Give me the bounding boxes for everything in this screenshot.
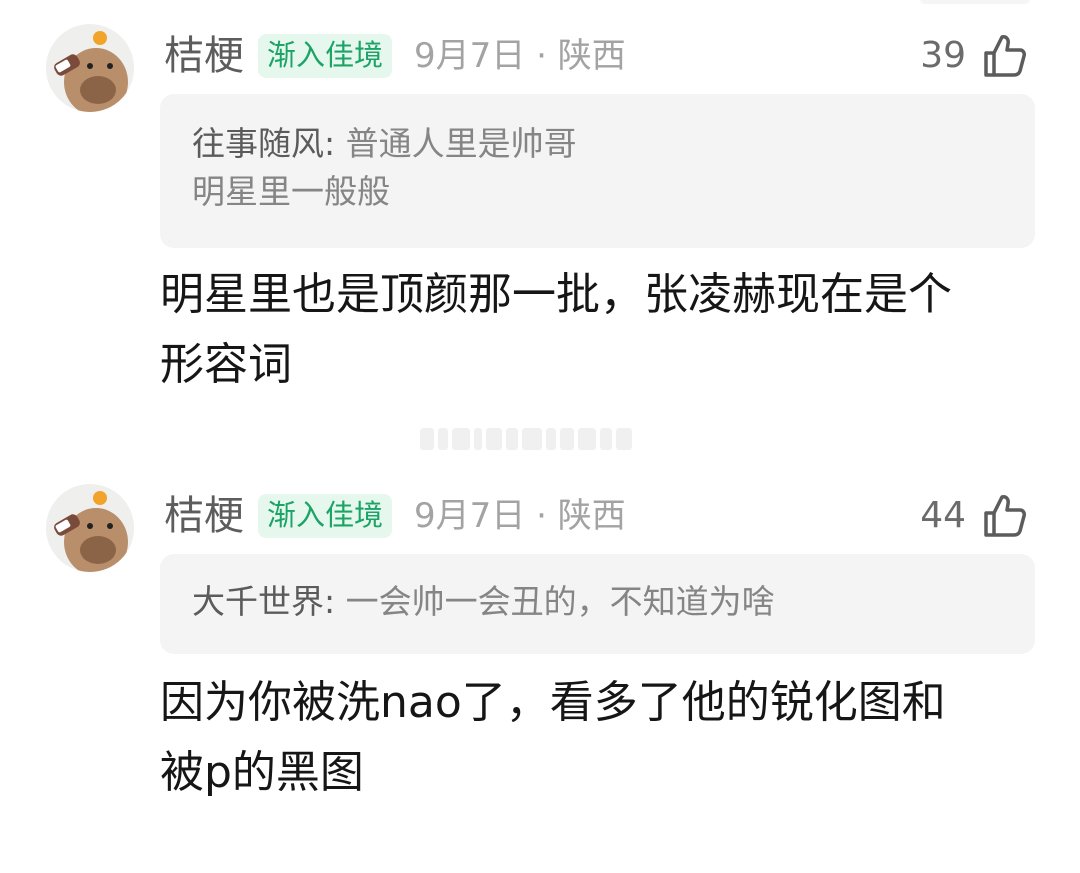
quote-text: 明星里一般般 <box>192 172 390 211</box>
level-badge: 渐入佳境 <box>258 34 393 78</box>
username[interactable]: 桔梗 <box>164 36 244 76</box>
quote-text: 普通人里是帅哥 <box>345 124 577 163</box>
comment-line: 被p的黑图 <box>160 747 364 798</box>
avatar[interactable] <box>46 24 134 112</box>
quoted-reply[interactable]: 往事随风: 普通人里是帅哥 明星里一般般 <box>160 94 1035 248</box>
comment-body: 因为你被洗nao了，看多了他的锐化图和 被p的黑图 <box>160 668 1040 808</box>
username[interactable]: 桔梗 <box>164 496 244 536</box>
capybara-avatar-icon <box>46 24 134 112</box>
like-count: 44 <box>920 495 966 536</box>
quote-text: 一会帅一会丑的，不知道为啥 <box>345 582 775 621</box>
thumbs-up-icon[interactable] <box>980 31 1030 81</box>
blurred-divider <box>420 426 660 452</box>
comment-line: 形容词 <box>160 339 292 390</box>
quote-author: 往事随风: <box>192 124 336 163</box>
comment-body: 明星里也是顶颜那一批，张凌赫现在是个 形容词 <box>160 260 1040 400</box>
like-button[interactable]: 44 <box>920 484 1030 548</box>
quote-author: 大千世界: <box>192 582 336 621</box>
avatar[interactable] <box>46 484 134 572</box>
level-badge: 渐入佳境 <box>258 494 393 538</box>
thumbs-up-icon[interactable] <box>980 491 1030 541</box>
comment-header: 桔梗 渐入佳境 9月7日 · 陕西 <box>164 484 626 548</box>
like-count: 39 <box>920 35 966 76</box>
quoted-reply[interactable]: 大千世界: 一会帅一会丑的，不知道为啥 <box>160 554 1035 654</box>
like-button[interactable]: 39 <box>920 24 1030 88</box>
quote-line: 往事随风: 普通人里是帅哥 <box>192 120 1003 168</box>
comment-meta: 9月7日 · 陕西 <box>414 496 626 536</box>
comment-line: 明星里也是顶颜那一批，张凌赫现在是个 <box>160 269 952 320</box>
comment-header: 桔梗 渐入佳境 9月7日 · 陕西 <box>164 24 626 88</box>
comment-meta: 9月7日 · 陕西 <box>414 36 626 76</box>
quote-line: 大千世界: 一会帅一会丑的，不知道为啥 <box>192 578 1003 626</box>
top-edge-fragment <box>920 0 1030 4</box>
comment-line: 因为你被洗nao了，看多了他的锐化图和 <box>160 677 946 728</box>
capybara-avatar-icon <box>46 484 134 572</box>
